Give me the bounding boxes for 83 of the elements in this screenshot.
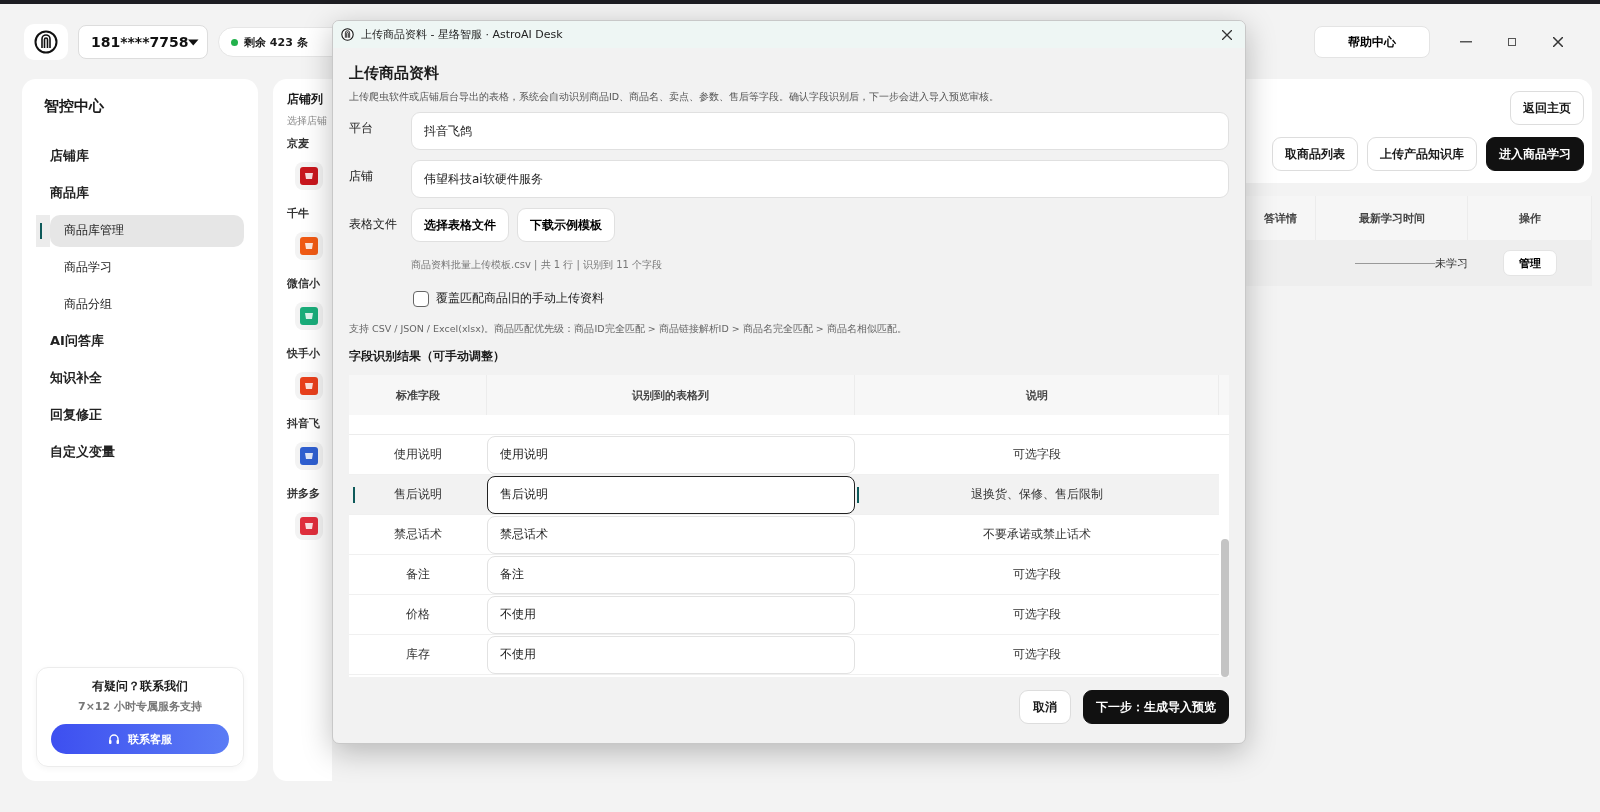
nav-item[interactable]: 自定义变量 [36,434,244,471]
store-field[interactable]: 伟望科技ai软硬件服务 [411,160,1229,198]
platform-name: 微信小 [287,276,321,292]
column-select[interactable]: 备注 [487,555,855,594]
help-button[interactable]: 帮助中心 [1314,26,1430,58]
manage-button[interactable]: 管理 [1503,250,1557,276]
platform-name: 千牛 [287,206,310,222]
column-header: 说明 [855,375,1219,415]
column-select[interactable]: 使用说明 [487,435,855,474]
account-dropdown[interactable]: 181****7758 [78,25,208,59]
table-row[interactable]: 售后说明 售后说明 退换货、保修、售后限制 [349,475,1219,515]
nav-subitem[interactable]: 商品学习 [50,251,244,284]
table-cell-text: 可选字段 [1012,607,1062,622]
home-button[interactable]: 返回主页 [1510,91,1584,125]
table-cell-text: 价格 [405,607,431,622]
next-button[interactable]: 下一步：生成导入预览 [1083,690,1229,724]
table-cell-text: 可选字段 [1012,647,1062,662]
table-cell-text: 售后说明 [393,487,443,502]
table-cell: 未学习 [1435,255,1468,271]
table-cell-text: 禁忌话术 [393,527,443,542]
table-cell-text: 不要承诺或禁止话术 [982,527,1092,542]
table-row[interactable]: 禁忌话术 禁忌话术 不要承诺或禁止话术 [349,515,1219,555]
nav-item[interactable]: 知识补全 [36,360,244,397]
checkbox-label: 覆盖匹配商品旧的手动上传资料 [436,290,604,307]
table-row[interactable]: 使用说明 使用说明 可选字段 [349,435,1219,475]
dialog-description: 上传爬虫软件或店铺后台导出的表格，系统会自动识别商品ID、商品名、卖点、参数、售后等字段。确认字段识别后，下一步会进入导入预览审核。 [349,91,1001,104]
headset-icon [108,733,120,745]
table-row[interactable]: 库存 不使用 可选字段 [349,635,1219,675]
table-row[interactable]: 价格 不使用 可选字段 [349,595,1219,635]
action-button[interactable]: 取商品列表 [1272,137,1358,171]
logo-icon [341,28,354,41]
table-cell-text: 可选字段 [1012,567,1062,582]
dialog-heading: 上传商品资料 [349,64,440,83]
panel-title: 店铺列 [287,91,324,108]
table-cell-text: 可选字段 [1012,447,1062,462]
close-icon [1553,37,1563,47]
platform-field[interactable]: 抖音飞鸽 [411,112,1229,150]
column-select[interactable]: 不使用 [487,635,855,674]
nav-subitem[interactable]: 商品分组 [50,288,244,321]
column-header: 标准字段 [349,375,487,415]
nav-subitem[interactable]: 商品库管理 [50,214,244,247]
field-label: 平台 [349,120,374,137]
logo-icon [34,30,58,54]
platform-name: 快手小 [287,346,321,362]
checkbox[interactable] [413,290,429,307]
contact-button[interactable]: 联系客服 [51,724,229,754]
nav-item[interactable]: 店铺库 [36,138,244,175]
support-note: 支持 CSV / JSON / Excel(xlsx)。商品匹配优先级：商品ID完全匹配 > 商品链接解析ID > 商品名完全匹配 > 商品名相似匹配。 [349,323,908,336]
nav-item[interactable]: 回复修正 [36,397,244,434]
caret-icon [188,37,199,47]
column-select[interactable]: 禁忌话术 [487,515,855,554]
panel-hint: 选择店铺 [287,114,328,128]
support-title: 有疑问？联系我们 [92,678,188,695]
support-subtitle: 7×12 小时专属服务支持 [78,699,202,714]
close-icon [1222,29,1232,40]
table-cell-text: 备注 [405,567,431,582]
minimize-icon [1460,41,1472,43]
column-select[interactable]: 售后说明 [487,475,855,514]
sidebar-title: 智控中心 [43,97,105,116]
cancel-button[interactable]: 取消 [1019,690,1071,724]
platform-name: 抖音飞 [287,416,321,432]
table-row[interactable]: 备注 备注 可选字段 [349,555,1219,595]
maximize-icon [1508,38,1516,46]
file-info: 商品资料批量上传模板.csv | 共 1 行 | 识别到 11 个字段 [411,258,664,272]
table-cell-text: 退换货、保修、售后限制 [970,487,1104,502]
column-header: 识别到的表格列 [487,375,855,415]
file-button[interactable]: 选择表格文件 [411,208,509,242]
field-label: 店铺 [349,168,374,185]
column-select[interactable]: 不使用 [487,595,855,634]
scrollbar-thumb[interactable] [1221,539,1229,677]
table-cell-text: 库存 [405,647,431,662]
platform-name: 京麦 [287,136,310,152]
file-button[interactable]: 下载示例模板 [517,208,615,242]
platform-name: 拼多多 [287,486,321,502]
action-button[interactable]: 进入商品学习 [1486,137,1584,171]
nav-item[interactable]: AI问答库 [36,323,244,360]
quota-text: 剩余 423 条 [244,34,308,50]
nav-item[interactable]: 商品库 [36,175,244,212]
section-title: 字段识别结果（可手动调整） [349,348,506,365]
dialog-title: 上传商品资料 - 星络智服 · AstroAI Desk [361,27,564,42]
table-cell-text: 使用说明 [393,447,443,462]
action-button[interactable]: 上传产品知识库 [1367,137,1477,171]
field-label: 表格文件 [349,216,398,233]
